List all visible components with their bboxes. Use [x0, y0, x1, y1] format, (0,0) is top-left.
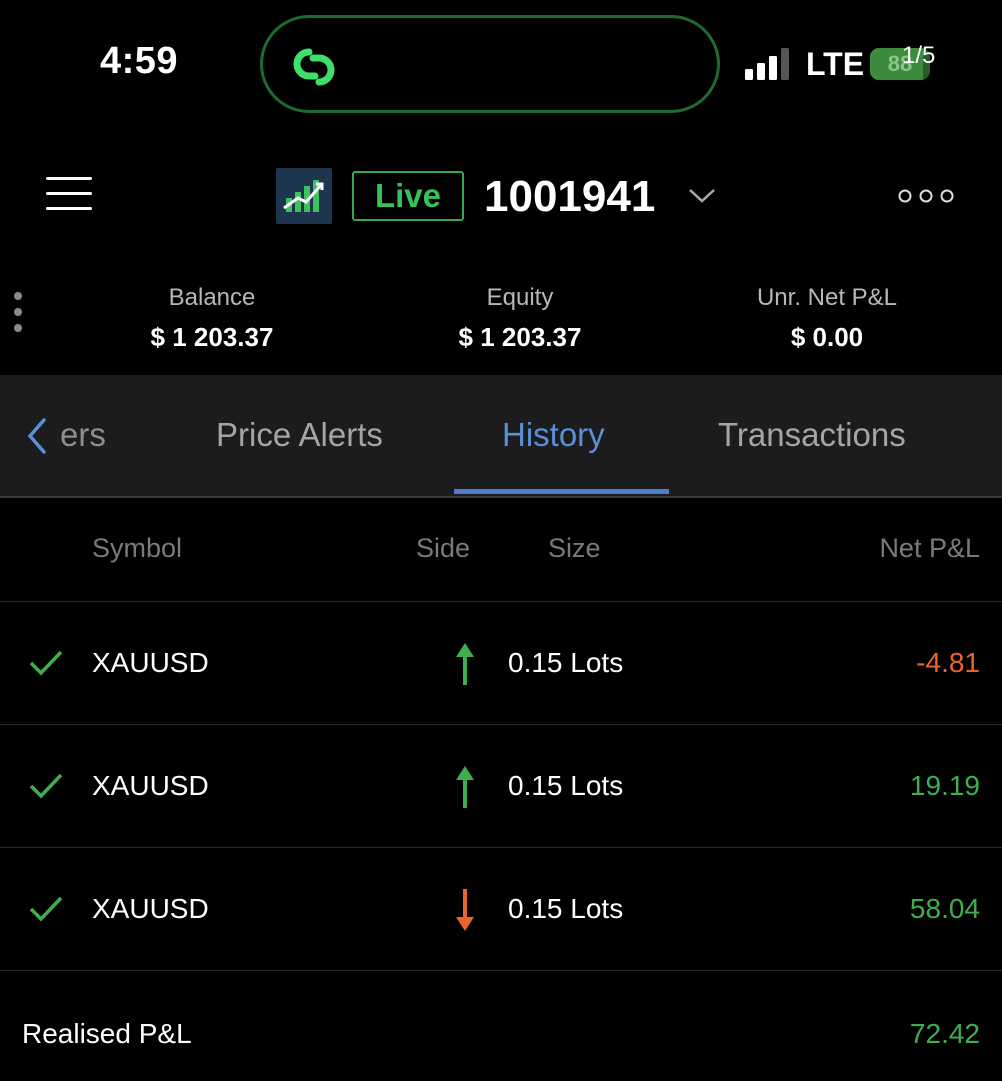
equity-label: Equity: [486, 284, 554, 311]
unrealized-pnl-stat: Unr. Net P&L $ 0.00: [702, 284, 952, 353]
row-symbol: XAUUSD: [92, 893, 209, 924]
tab-orders[interactable]: ers: [60, 416, 106, 454]
row-symbol: XAUUSD: [92, 770, 209, 801]
drag-handle-icon[interactable]: [14, 292, 26, 338]
row-size: 0.15 Lots: [508, 893, 624, 924]
page-counter: 1/5: [902, 42, 936, 69]
arrow-up-icon: [456, 766, 474, 808]
balance-stat: Balance $ 1 203.37: [87, 284, 337, 353]
account-mode-badge[interactable]: Live: [352, 171, 464, 221]
row-size: 0.15 Lots: [508, 770, 624, 801]
row-size: 0.15 Lots: [508, 647, 624, 678]
row-net-pnl: 58.04: [909, 893, 980, 924]
row-symbol: XAUUSD: [92, 647, 209, 678]
column-header-size[interactable]: Size: [548, 533, 601, 564]
divider: [0, 601, 1002, 602]
broker-logo: [276, 168, 332, 224]
chart-growth-icon: [283, 180, 324, 212]
network-type: LTE: [806, 46, 865, 82]
unrealized-pnl-value: $ 0.00: [790, 322, 864, 352]
divider: [0, 724, 1002, 725]
status-time: 4:59: [100, 40, 179, 82]
arrow-down-icon: [456, 889, 474, 931]
checkmark-icon: [29, 773, 63, 799]
link-chain-icon: [293, 48, 335, 86]
unrealized-pnl-label: Unr. Net P&L: [756, 284, 898, 311]
equity-stat: Equity $ 1 203.37: [395, 284, 645, 353]
active-tab-indicator: [454, 489, 669, 494]
hamburger-menu-icon[interactable]: [46, 175, 92, 211]
divider: [0, 970, 1002, 971]
row-net-pnl: 19.19: [909, 770, 980, 801]
checkmark-icon: [29, 650, 63, 676]
chevron-down-icon[interactable]: [687, 186, 717, 206]
dynamic-island[interactable]: [260, 15, 720, 113]
realised-pnl-value: 72.42: [909, 1018, 980, 1049]
more-options-icon[interactable]: [898, 188, 954, 204]
column-header-net-pnl[interactable]: Net P&L: [879, 533, 980, 564]
balance-value: $ 1 203.37: [150, 322, 274, 352]
chevron-left-icon[interactable]: [24, 416, 50, 456]
column-header-side[interactable]: Side: [416, 533, 470, 564]
tab-history[interactable]: History: [502, 416, 605, 454]
account-number[interactable]: 1001941: [484, 172, 655, 222]
cellular-signal-icon: [745, 48, 789, 80]
arrow-up-icon: [456, 643, 474, 685]
checkmark-icon: [29, 896, 63, 922]
equity-value: $ 1 203.37: [458, 322, 582, 352]
tab-price-alerts[interactable]: Price Alerts: [216, 416, 383, 454]
realised-pnl-label: Realised P&L: [22, 1018, 192, 1049]
tab-transactions[interactable]: Transactions: [718, 416, 906, 454]
row-net-pnl: -4.81: [916, 647, 980, 678]
balance-label: Balance: [168, 284, 256, 311]
column-header-symbol[interactable]: Symbol: [92, 533, 182, 564]
divider: [0, 847, 1002, 848]
